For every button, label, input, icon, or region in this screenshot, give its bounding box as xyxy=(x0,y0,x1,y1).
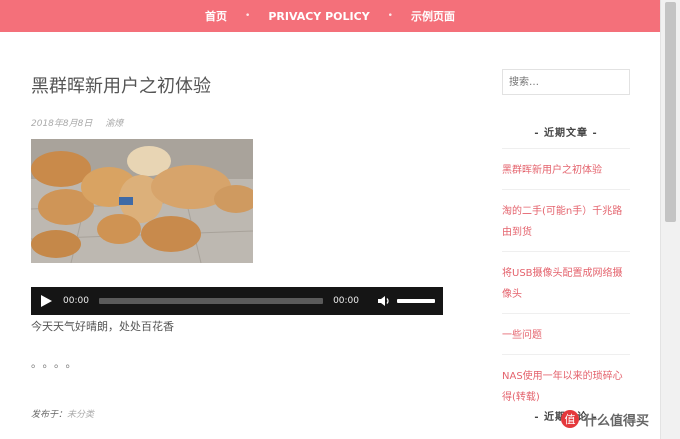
post-meta: 2018年8月8日 渝燎 xyxy=(31,116,123,129)
post-date[interactable]: 2018年8月8日 xyxy=(31,119,92,129)
search-input[interactable] xyxy=(502,69,630,95)
recent-posts-title: - 近期文章 - xyxy=(534,128,598,139)
list-item: NAS使用一年以来的琐碎心得(转载) xyxy=(502,354,630,416)
top-navigation: 首页 • PRIVACY POLICY • 示例页面 xyxy=(0,0,660,32)
volume-slider[interactable] xyxy=(397,299,435,303)
audio-player: 00:00 00:00 xyxy=(31,287,443,315)
post-title[interactable]: 黑群晖新用户之初体验 xyxy=(31,72,211,98)
list-item: 一些问题 xyxy=(502,313,630,354)
recent-post-link[interactable]: NAS使用一年以来的琐碎心得(转载) xyxy=(502,371,623,403)
nav-separator: • xyxy=(387,11,393,21)
category-label: 发布于： xyxy=(31,410,68,420)
audio-current-time: 00:00 xyxy=(63,296,89,306)
scrollbar-thumb[interactable] xyxy=(665,2,676,222)
watermark-logo-icon: 值 xyxy=(561,410,579,428)
category-link[interactable]: 未分类 xyxy=(67,410,94,420)
post-image-dogs xyxy=(31,139,253,263)
nav-privacy-policy[interactable]: PRIVACY POLICY xyxy=(268,10,369,23)
post-author[interactable]: 渝燎 xyxy=(105,119,123,129)
recent-posts-list: 黑群晖新用户之初体验 淘的二手(可能n手）千兆路由到货 将USB摄像头配置成网络… xyxy=(502,148,630,416)
play-icon[interactable] xyxy=(39,294,53,308)
nav-home[interactable]: 首页 xyxy=(205,8,227,24)
list-item: 淘的二手(可能n手）千兆路由到货 xyxy=(502,189,630,251)
watermark-text: 什么值得买 xyxy=(584,413,650,429)
nav-separator: • xyxy=(245,11,251,21)
page-scrollbar[interactable] xyxy=(660,0,680,439)
recent-post-link[interactable]: 淘的二手(可能n手）千兆路由到货 xyxy=(502,206,622,238)
recent-post-link[interactable]: 黑群晖新用户之初体验 xyxy=(502,165,602,176)
volume-icon[interactable] xyxy=(377,294,391,308)
site-watermark: 值 什么值得买 xyxy=(560,409,649,429)
post-body-dots: 。。。。 xyxy=(31,357,83,370)
audio-progress-track[interactable] xyxy=(98,298,324,304)
recent-post-link[interactable]: 将USB摄像头配置成网络摄像头 xyxy=(502,268,623,300)
nav-sample-page[interactable]: 示例页面 xyxy=(411,8,455,24)
svg-text:值: 值 xyxy=(565,413,576,426)
list-item: 将USB摄像头配置成网络摄像头 xyxy=(502,251,630,313)
audio-duration: 00:00 xyxy=(333,296,359,306)
recent-post-link[interactable]: 一些问题 xyxy=(502,330,542,341)
post-body-text: 今天天气好晴朗，处处百花香 xyxy=(31,320,174,333)
list-item: 黑群晖新用户之初体验 xyxy=(502,148,630,189)
post-category: 发布于：未分类 xyxy=(31,407,94,420)
